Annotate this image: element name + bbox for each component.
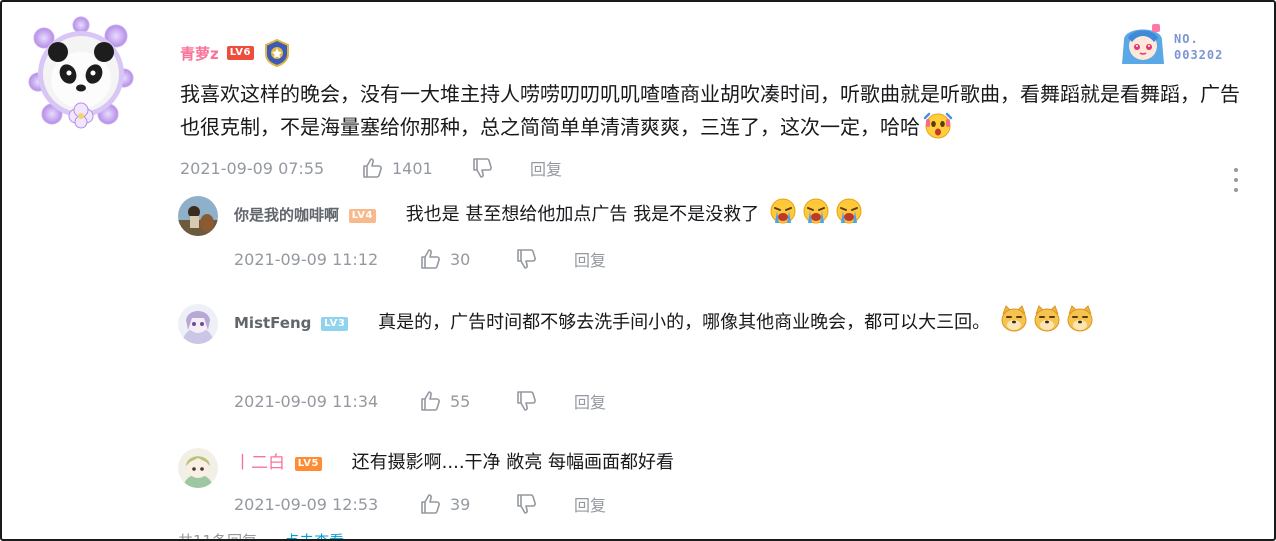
- reply-time: 2021-09-09 11:34: [234, 391, 379, 411]
- more-vertical-icon[interactable]: [1229, 168, 1243, 192]
- surprised-emoji-icon: [923, 110, 953, 140]
- reply-username[interactable]: 丨二白: [234, 453, 285, 473]
- thumbs-up-icon: [418, 247, 442, 271]
- crying-emoji-icon: [834, 196, 864, 226]
- thumbs-down-icon: [514, 247, 538, 271]
- thumbs-down-icon: [514, 492, 538, 516]
- doge-emoji-icon: [1065, 304, 1095, 334]
- level-badge: LV6: [226, 46, 254, 60]
- like-button[interactable]: 39: [418, 492, 514, 516]
- like-button[interactable]: 1401: [360, 156, 470, 180]
- reply-content: MistFeng LV3 真是的，广告时间都不够去洗手间小的，哪像其他商业晚会，…: [234, 304, 1254, 338]
- reply-time: 2021-09-09 11:12: [234, 249, 379, 269]
- thumbs-up-icon: [360, 156, 384, 180]
- reply-button[interactable]: 回复: [574, 247, 606, 271]
- like-button[interactable]: 30: [418, 247, 514, 271]
- dislike-button[interactable]: [514, 492, 574, 516]
- like-count: 1401: [392, 158, 433, 178]
- crying-emoji-icon: [801, 196, 831, 226]
- reply-meta: 2021-09-09 11:12 30 回复: [234, 246, 606, 272]
- reply-avatar[interactable]: [178, 196, 218, 236]
- reply-avatar[interactable]: [178, 304, 218, 344]
- crying-emoji-icon: [768, 196, 798, 226]
- reply-time: 2021-09-09 12:53: [234, 494, 379, 514]
- thumbs-up-icon: [418, 389, 442, 413]
- level-badge: LV5: [294, 457, 322, 471]
- view-more-link[interactable]: 点击查看: [284, 532, 344, 539]
- level-badge: LV4: [348, 209, 376, 223]
- reply-button[interactable]: 回复: [574, 492, 606, 516]
- main-author-row: 青萝z LV6: [180, 38, 292, 68]
- doge-emoji-icon: [1032, 304, 1062, 334]
- like-button[interactable]: 55: [418, 389, 514, 413]
- like-count: 30: [450, 249, 471, 269]
- main-comment-meta: 2021-09-09 07:55 1401 回复: [180, 155, 562, 181]
- main-comment-body: 我喜欢这样的晚会，没有一大堆主持人唠唠叨叨叽叽喳喳商业胡吹凑时间，听歌曲就是听歌…: [180, 82, 1240, 139]
- main-comment-text: 我喜欢这样的晚会，没有一大堆主持人唠唠叨叨叽叽喳喳商业胡吹凑时间，听歌曲就是听歌…: [180, 78, 1250, 143]
- reply-text: 真是的，广告时间都不够去洗手间小的，哪像其他商业晚会，都可以大三回。: [378, 312, 991, 333]
- fan-number: NO. 003202: [1174, 32, 1224, 62]
- reply-count-summary: 共11条回复，: [178, 532, 273, 541]
- comment-thread: 青萝z LV6 NO. 003202 我喜欢这样的晚会，没有一大堆主持人唠唠叨叨…: [0, 0, 1276, 541]
- dislike-button[interactable]: [514, 247, 574, 271]
- fan-card-mascot-icon: [1118, 20, 1168, 74]
- main-avatar[interactable]: [24, 16, 138, 130]
- view-more-replies: 共11条回复， 点击查看: [178, 530, 344, 541]
- thumbs-down-icon: [514, 389, 538, 413]
- reply-text: 还有摄影啊....干净 敞亮 每幅画面都好看: [351, 452, 675, 473]
- reply-button[interactable]: 回复: [574, 389, 606, 413]
- reply-meta: 2021-09-09 11:34 55 回复: [234, 388, 606, 414]
- reply-meta: 2021-09-09 12:53 39 回复: [234, 491, 606, 517]
- comment-time: 2021-09-09 07:55: [180, 158, 325, 178]
- like-count: 39: [450, 494, 471, 514]
- like-count: 55: [450, 391, 471, 411]
- reply-content: 丨二白 LV5 还有摄影啊....干净 敞亮 每幅画面都好看: [234, 448, 1254, 478]
- reply-username[interactable]: MistFeng: [234, 314, 311, 332]
- dislike-button[interactable]: [514, 389, 574, 413]
- medal-icon: [262, 38, 292, 68]
- doge-emoji-icon: [999, 304, 1029, 334]
- reply-avatar[interactable]: [178, 448, 218, 488]
- fan-card[interactable]: NO. 003202: [1118, 22, 1248, 72]
- thumbs-down-icon: [470, 156, 494, 180]
- reply-text: 我也是 甚至想给他加点广告 我是不是没救了: [405, 204, 760, 225]
- reply-username[interactable]: 你是我的咖啡啊: [234, 206, 339, 224]
- reply-content: 你是我的咖啡啊 LV4 我也是 甚至想给他加点广告 我是不是没救了: [234, 196, 1254, 230]
- dislike-button[interactable]: [470, 156, 530, 180]
- thumbs-up-icon: [418, 492, 442, 516]
- main-username[interactable]: 青萝z: [180, 43, 219, 64]
- level-badge: LV3: [321, 317, 349, 331]
- reply-button[interactable]: 回复: [530, 156, 562, 180]
